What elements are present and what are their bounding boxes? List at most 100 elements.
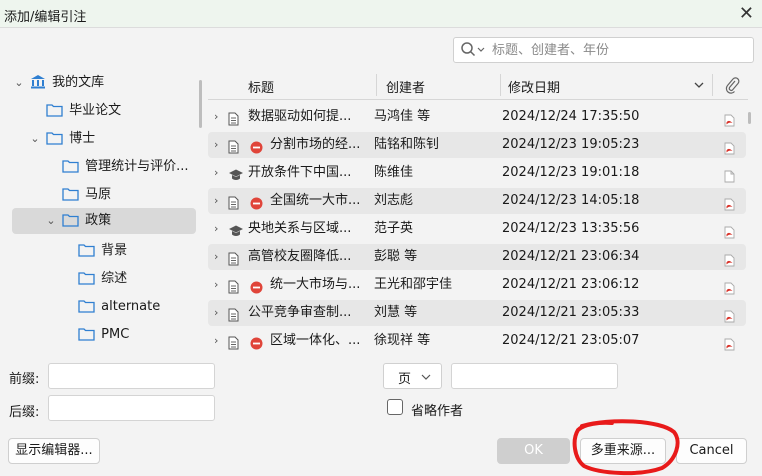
locator-type-value: 页 bbox=[398, 372, 412, 387]
row-date: 2024/12/23 19:05:23 bbox=[502, 137, 640, 152]
locator-field[interactable] bbox=[451, 363, 618, 389]
row-creator: 徐现祥 等 bbox=[374, 333, 431, 348]
suffix-field[interactable] bbox=[48, 395, 215, 421]
tree-item-management-stats[interactable]: 管理统计与评价... bbox=[44, 154, 198, 180]
table-header: 标题 创建者 修改日期 bbox=[208, 70, 748, 100]
locator-type-select[interactable]: 页 bbox=[383, 363, 442, 389]
row-title: 开放条件下中国... bbox=[248, 165, 352, 180]
row-date: 2024/12/24 17:35:50 bbox=[502, 109, 640, 124]
tree-item-background[interactable]: 背景 bbox=[60, 238, 198, 264]
chevron-down-icon bbox=[421, 374, 431, 380]
tree-item-label: 综述 bbox=[101, 271, 128, 286]
chevron-right-icon[interactable]: › bbox=[214, 216, 218, 242]
window-title: 添加/编辑引注 bbox=[4, 10, 87, 25]
pdf-icon[interactable] bbox=[724, 335, 735, 361]
paperclip-icon[interactable] bbox=[724, 76, 740, 94]
tree-item-graduation-thesis[interactable]: 毕业论文 bbox=[28, 98, 198, 124]
row-date: 2024/12/23 19:01:18 bbox=[502, 165, 640, 180]
prefix-label: 前缀: bbox=[9, 372, 40, 387]
tree-scrollbar[interactable] bbox=[199, 80, 202, 128]
row-date: 2024/12/21 23:06:12 bbox=[502, 277, 640, 292]
tree-item-phd[interactable]: ⌄ 博士 bbox=[28, 126, 198, 152]
chevron-right-icon[interactable]: › bbox=[214, 160, 218, 186]
ok-button[interactable]: OK bbox=[497, 438, 570, 464]
chevron-down-icon[interactable]: ⌄ bbox=[12, 70, 26, 96]
folder-icon bbox=[46, 131, 63, 145]
retracted-icon bbox=[250, 334, 263, 360]
chevron-right-icon[interactable]: › bbox=[214, 188, 218, 214]
table-row[interactable]: › 分割市场的经... 陆铭和陈钊 2024/12/23 19:05:23 bbox=[208, 132, 746, 158]
show-editor-button[interactable]: 显示编辑器... bbox=[8, 438, 100, 464]
folder-icon bbox=[62, 159, 79, 173]
omit-author-checkbox[interactable] bbox=[387, 399, 403, 415]
row-title: 公平竞争审查制... bbox=[248, 305, 352, 320]
row-creator: 马鸿佳 等 bbox=[374, 109, 431, 124]
column-divider[interactable] bbox=[500, 74, 501, 96]
row-title: 分割市场的经... bbox=[270, 137, 361, 152]
table-scrollbar[interactable] bbox=[748, 112, 751, 124]
folder-icon bbox=[62, 213, 79, 227]
chevron-right-icon[interactable]: › bbox=[214, 328, 218, 354]
row-creator: 范子英 bbox=[374, 221, 414, 236]
close-icon[interactable]: ✕ bbox=[739, 3, 754, 24]
folder-icon bbox=[78, 299, 95, 313]
search-box[interactable] bbox=[453, 37, 754, 63]
row-date: 2024/12/23 14:05:18 bbox=[502, 193, 640, 208]
chevron-right-icon[interactable]: › bbox=[214, 132, 218, 158]
row-date: 2024/12/23 13:35:56 bbox=[502, 221, 640, 236]
folder-icon bbox=[62, 187, 79, 201]
search-icon[interactable] bbox=[460, 41, 486, 59]
tree-item-label: 管理统计与评价... bbox=[85, 159, 189, 174]
table-row[interactable]: › 开放条件下中国... 陈维佳 2024/12/23 19:01:18 bbox=[208, 160, 746, 186]
row-creator: 陈维佳 bbox=[374, 165, 414, 180]
suffix-label: 后缀: bbox=[9, 405, 40, 420]
column-divider[interactable] bbox=[376, 74, 377, 96]
chevron-right-icon[interactable]: › bbox=[214, 300, 218, 326]
title-bar: 添加/编辑引注 ✕ bbox=[0, 0, 762, 28]
tree-item-label: 毕业论文 bbox=[69, 103, 122, 118]
chevron-right-icon[interactable]: › bbox=[214, 272, 218, 298]
folder-icon bbox=[78, 327, 95, 341]
column-header-title[interactable]: 标题 bbox=[248, 77, 274, 96]
cancel-button[interactable]: Cancel bbox=[676, 438, 747, 464]
table-row[interactable]: › 全国统一大市... 刘志彪 2024/12/23 14:05:18 bbox=[208, 188, 746, 214]
column-header-creator[interactable]: 创建者 bbox=[386, 77, 425, 96]
table-row[interactable]: › 区域一体化、... 徐现祥 等 2024/12/21 23:05:07 bbox=[208, 328, 746, 354]
chevron-down-icon[interactable]: ⌄ bbox=[28, 126, 42, 152]
row-title: 央地关系与区域... bbox=[248, 221, 352, 236]
chevron-right-icon[interactable]: › bbox=[214, 244, 218, 270]
chevron-down-icon[interactable]: ⌄ bbox=[44, 208, 58, 234]
tree-item-mayuan[interactable]: 马原 bbox=[44, 182, 198, 208]
chevron-down-icon[interactable] bbox=[694, 81, 704, 89]
tree-item-pmc[interactable]: PMC bbox=[60, 322, 198, 348]
row-title: 数据驱动如何提... bbox=[248, 109, 352, 124]
row-creator: 陆铭和陈钊 bbox=[374, 137, 440, 152]
tree-item-label: 马原 bbox=[85, 187, 112, 202]
tree-item-label: PMC bbox=[101, 327, 130, 342]
column-header-date[interactable]: 修改日期 bbox=[508, 77, 560, 96]
table-row[interactable]: › 数据驱动如何提... 马鸿佳 等 2024/12/24 17:35:50 bbox=[208, 104, 746, 130]
row-creator: 刘志彪 bbox=[374, 193, 414, 208]
row-title: 全国统一大市... bbox=[270, 193, 361, 208]
library-icon bbox=[31, 75, 46, 89]
tree-item-review[interactable]: 综述 bbox=[60, 266, 198, 292]
column-divider[interactable] bbox=[712, 74, 713, 96]
row-date: 2024/12/21 23:05:07 bbox=[502, 333, 640, 348]
table-row[interactable]: › 央地关系与区域... 范子英 2024/12/23 13:35:56 bbox=[208, 216, 746, 242]
folder-icon bbox=[78, 243, 95, 257]
tree-item-label: 博士 bbox=[69, 131, 96, 146]
document-icon bbox=[228, 334, 239, 360]
tree-item-label: 我的文库 bbox=[52, 75, 105, 90]
chevron-right-icon[interactable]: › bbox=[214, 104, 218, 130]
table-row[interactable]: › 统一大市场与... 王光和邵宇佳 2024/12/21 23:06:12 bbox=[208, 272, 746, 298]
search-input[interactable] bbox=[492, 41, 747, 59]
tree-item-alternate[interactable]: alternate bbox=[60, 294, 198, 320]
table-row[interactable]: › 高管校友圈降低... 彭聪 等 2024/12/21 23:06:34 bbox=[208, 244, 746, 270]
row-title: 统一大市场与... bbox=[270, 277, 361, 292]
multiple-sources-button[interactable]: 多重来源... bbox=[580, 438, 666, 464]
table-row[interactable]: › 公平竞争审查制... 刘慧 等 2024/12/21 23:05:33 bbox=[208, 300, 746, 326]
prefix-field[interactable] bbox=[48, 363, 215, 389]
tree-item-my-library[interactable]: ⌄ 我的文库 bbox=[12, 70, 198, 96]
tree-item-policy[interactable]: ⌄ 政策 bbox=[12, 208, 196, 234]
row-title: 区域一体化、... bbox=[270, 333, 361, 348]
